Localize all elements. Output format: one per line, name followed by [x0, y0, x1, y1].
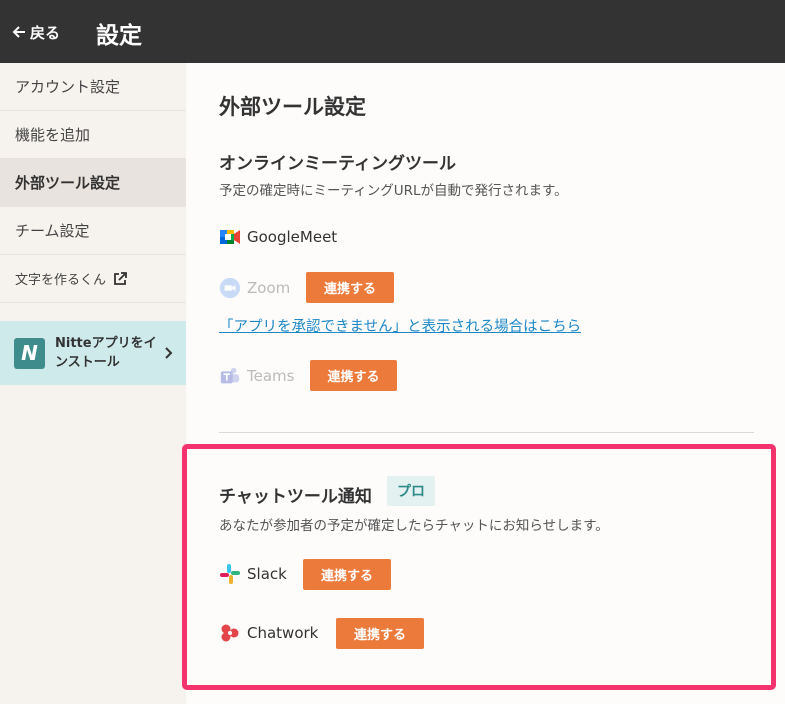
- meeting-tools-description: 予定の確定時にミーティングURLが自動で発行されます。: [219, 183, 568, 199]
- sidebar-item-add-features[interactable]: 機能を追加: [0, 111, 186, 159]
- google-meet-row: GoogleMeet: [219, 226, 337, 248]
- sidebar: アカウント設定 機能を追加 外部ツール設定 チーム設定 文字を作るくん N Ni…: [0, 63, 186, 704]
- teams-icon: [219, 365, 241, 387]
- google-meet-label: GoogleMeet: [247, 228, 338, 246]
- install-app-banner[interactable]: N Nitteアプリをインストール: [0, 321, 186, 385]
- back-button[interactable]: 戻る: [12, 18, 60, 46]
- sidebar-item-label: チーム設定: [15, 222, 90, 240]
- highlight-box: [182, 444, 776, 690]
- sidebar-item-team[interactable]: チーム設定: [0, 207, 186, 255]
- zoom-icon: [219, 277, 241, 299]
- google-meet-icon: [219, 226, 241, 248]
- sidebar-item-label: 外部ツール設定: [15, 174, 121, 192]
- chevron-right-icon: [165, 347, 173, 359]
- sidebar-item-label: 機能を追加: [15, 126, 91, 144]
- section-title: 外部ツール設定: [219, 95, 366, 119]
- external-link-icon: [114, 271, 127, 285]
- sidebar-item-account[interactable]: アカウント設定: [0, 63, 186, 111]
- zoom-connect-button[interactable]: 連携する: [306, 272, 394, 303]
- top-bar: 戻る 設定: [0, 0, 785, 63]
- zoom-help-link[interactable]: 「アプリを承認できません」と表示される場合はこちら: [219, 315, 581, 336]
- nitte-logo-icon: N: [14, 337, 45, 369]
- teams-row: Teams: [219, 365, 294, 387]
- sidebar-item-label: 文字を作るくん: [15, 273, 107, 288]
- sidebar-item-external-tools[interactable]: 外部ツール設定: [0, 159, 186, 207]
- section-divider: [219, 432, 754, 433]
- teams-connect-button[interactable]: 連携する: [310, 360, 397, 391]
- meeting-tools-heading: オンラインミーティングツール: [219, 154, 456, 174]
- install-app-label: Nitteアプリをインストール: [55, 336, 157, 370]
- arrow-left-icon: [12, 26, 25, 38]
- sidebar-item-moji-tool[interactable]: 文字を作るくん: [0, 255, 186, 303]
- zoom-row: Zoom: [219, 277, 290, 299]
- back-label: 戻る: [30, 23, 61, 42]
- zoom-label: Zoom: [247, 279, 291, 297]
- sidebar-item-label: アカウント設定: [15, 78, 121, 96]
- page-title: 設定: [96, 23, 142, 49]
- teams-label: Teams: [247, 367, 295, 385]
